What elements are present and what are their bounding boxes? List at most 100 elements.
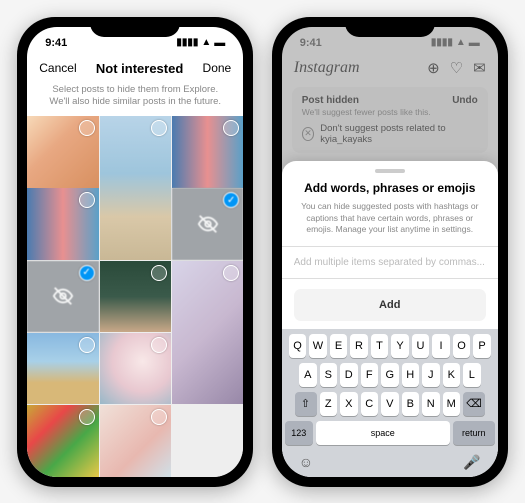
post-hidden-toast: Post hidden Undo We'll suggest fewer pos…: [292, 87, 488, 153]
grid-post[interactable]: [100, 261, 171, 332]
key[interactable]: O: [453, 334, 471, 358]
select-circle-checked[interactable]: ✓: [79, 265, 95, 281]
grid-post[interactable]: [27, 405, 98, 476]
cancel-button[interactable]: Cancel: [39, 61, 76, 75]
key-row-2: A S D F G H J K L: [285, 363, 495, 387]
key[interactable]: T: [371, 334, 389, 358]
messenger-icon[interactable]: ✉: [473, 59, 486, 77]
select-circle[interactable]: [79, 409, 95, 425]
key[interactable]: M: [443, 392, 461, 416]
key-row-1: Q W E R T Y U I O P: [285, 334, 495, 358]
battery-icon: ▬: [469, 37, 480, 49]
sheet-description: You can hide suggested posts with hashta…: [282, 201, 498, 245]
space-key[interactable]: space: [316, 421, 450, 445]
grid-post[interactable]: [100, 333, 171, 404]
key[interactable]: N: [422, 392, 440, 416]
status-indicators: ▮▮▮▮ ▲ ▬: [431, 37, 480, 49]
phone-left: 9:41 ▮▮▮▮ ▲ ▬ Cancel Not interested Done…: [17, 17, 253, 487]
key[interactable]: G: [381, 363, 399, 387]
nav-bar: Cancel Not interested Done: [27, 55, 243, 84]
select-circle[interactable]: [151, 265, 167, 281]
select-circle[interactable]: [79, 337, 95, 353]
return-key[interactable]: return: [453, 421, 495, 445]
toast-subtitle: We'll suggest fewer posts like this.: [302, 107, 478, 117]
app-header: Instagram ⊕ ♡ ✉: [282, 55, 498, 83]
instagram-logo: Instagram: [294, 59, 360, 77]
key[interactable]: U: [412, 334, 430, 358]
eye-off-icon: [52, 285, 74, 307]
words-input[interactable]: [294, 247, 486, 278]
screen-right: 9:41 ▮▮▮▮ ▲ ▬ Instagram ⊕ ♡ ✉ Post hidde…: [282, 27, 498, 477]
signal-icon: ▮▮▮▮: [431, 37, 453, 48]
toast-title: Post hidden: [302, 95, 359, 106]
key[interactable]: X: [340, 392, 358, 416]
select-circle[interactable]: [151, 409, 167, 425]
select-circle[interactable]: [223, 120, 239, 136]
key[interactable]: W: [309, 334, 327, 358]
grid-post[interactable]: [172, 261, 243, 405]
emoji-key[interactable]: ☺: [299, 454, 313, 470]
sheet-handle[interactable]: [375, 169, 405, 173]
status-indicators: ▮▮▮▮ ▲ ▬: [176, 37, 225, 49]
key-row-4: 123 space return: [285, 421, 495, 445]
grid-post[interactable]: [100, 405, 171, 476]
heart-icon[interactable]: ♡: [450, 59, 463, 77]
status-time: 9:41: [45, 37, 67, 49]
eye-off-icon: [197, 213, 219, 235]
key[interactable]: F: [361, 363, 379, 387]
key[interactable]: Z: [320, 392, 338, 416]
key[interactable]: Q: [289, 334, 307, 358]
screen-left: 9:41 ▮▮▮▮ ▲ ▬ Cancel Not interested Done…: [27, 27, 243, 477]
grid-post-hidden[interactable]: ✓: [27, 261, 98, 332]
shift-key[interactable]: ⇧: [295, 392, 317, 416]
mic-key[interactable]: 🎤: [463, 454, 480, 471]
key[interactable]: L: [463, 363, 481, 387]
phone-right: 9:41 ▮▮▮▮ ▲ ▬ Instagram ⊕ ♡ ✉ Post hidde…: [272, 17, 508, 487]
done-button[interactable]: Done: [203, 61, 232, 75]
grid-post[interactable]: [27, 116, 98, 187]
undo-button[interactable]: Undo: [452, 95, 478, 106]
key-row-3: ⇧ Z X C V B N M ⌫: [285, 392, 495, 416]
status-time: 9:41: [300, 37, 322, 49]
explore-grid: ✓ ✓: [27, 116, 243, 476]
key[interactable]: B: [402, 392, 420, 416]
key[interactable]: S: [320, 363, 338, 387]
key[interactable]: D: [340, 363, 358, 387]
signal-icon: ▮▮▮▮: [176, 37, 198, 48]
key[interactable]: I: [432, 334, 450, 358]
notch: [90, 17, 180, 37]
wifi-icon: ▲: [456, 37, 466, 48]
key[interactable]: R: [350, 334, 368, 358]
key[interactable]: A: [299, 363, 317, 387]
battery-icon: ▬: [214, 37, 225, 49]
add-icon[interactable]: ⊕: [427, 59, 440, 77]
page-title: Not interested: [96, 61, 183, 76]
select-circle[interactable]: [223, 265, 239, 281]
select-circle-checked[interactable]: ✓: [223, 192, 239, 208]
toast-related-text[interactable]: Don't suggest posts related to kyia_kaya…: [320, 123, 477, 145]
add-button[interactable]: Add: [294, 289, 486, 321]
grid-post[interactable]: [27, 333, 98, 404]
numbers-key[interactable]: 123: [285, 421, 313, 445]
backspace-key[interactable]: ⌫: [463, 392, 485, 416]
grid-post[interactable]: [100, 116, 171, 260]
key[interactable]: H: [402, 363, 420, 387]
key[interactable]: Y: [391, 334, 409, 358]
select-circle[interactable]: [79, 192, 95, 208]
grid-post[interactable]: [172, 116, 243, 187]
key[interactable]: V: [381, 392, 399, 416]
grid-post-hidden[interactable]: ✓: [172, 188, 243, 259]
bottom-sheet: Add words, phrases or emojis You can hid…: [282, 161, 498, 476]
keyboard-bottom: ☺ 🎤: [285, 450, 495, 473]
select-circle[interactable]: [79, 120, 95, 136]
key[interactable]: K: [443, 363, 461, 387]
key[interactable]: J: [422, 363, 440, 387]
select-circle[interactable]: [151, 337, 167, 353]
page-subtitle: Select posts to hide them from Explore. …: [27, 84, 243, 117]
key[interactable]: E: [330, 334, 348, 358]
grid-post[interactable]: [27, 188, 98, 259]
select-circle[interactable]: [151, 120, 167, 136]
key[interactable]: P: [473, 334, 491, 358]
keyboard: Q W E R T Y U I O P A S D F G H: [282, 329, 498, 477]
key[interactable]: C: [361, 392, 379, 416]
